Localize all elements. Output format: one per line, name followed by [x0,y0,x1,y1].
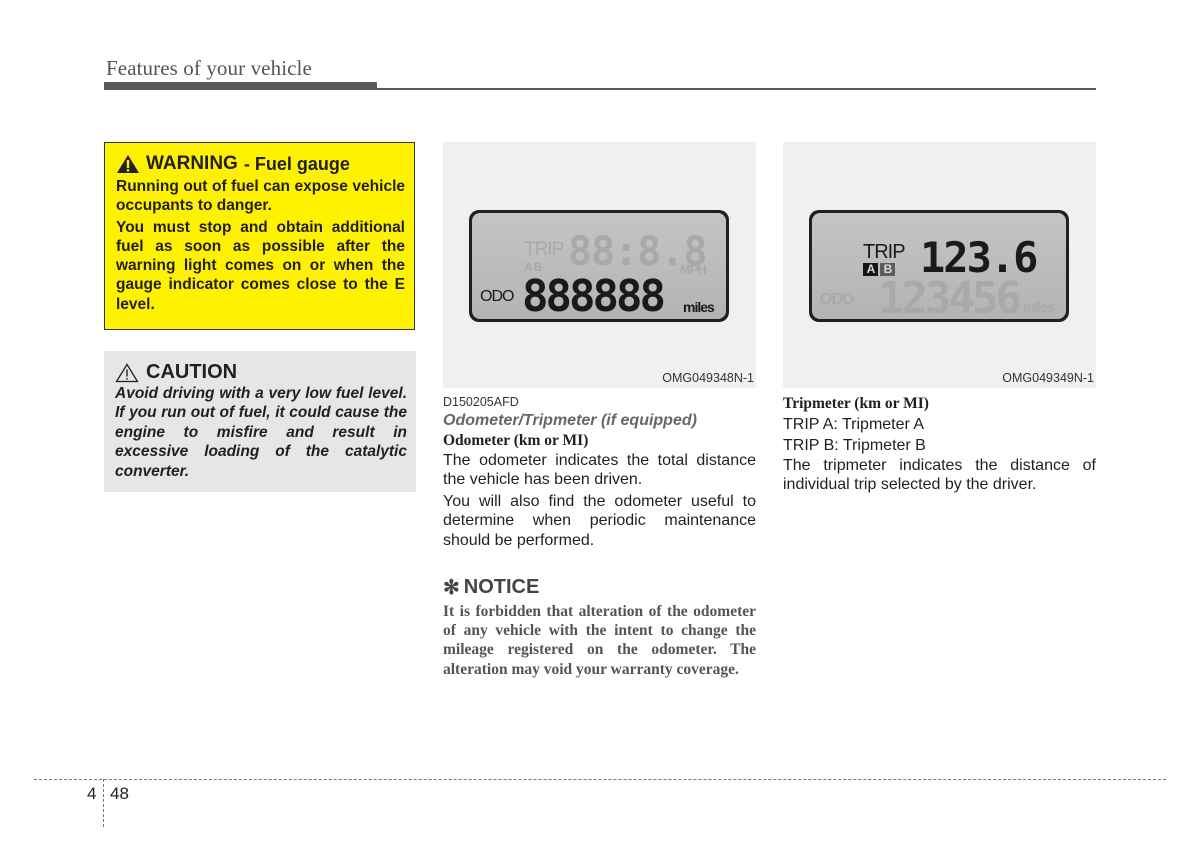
warning-box: WARNING - Fuel gauge Running out of fuel… [104,142,415,330]
figure-code: OMG049348N-1 [662,371,754,385]
lcd-odo-unit: miles [1023,299,1055,315]
lcd-speed-unit: MPH [680,262,707,277]
notice-box: ✻ NOTICE It is forbidden that alteration… [443,575,756,679]
trip-a-indicator: A [863,263,878,276]
odometer-paragraph: The odometer indicates the total distanc… [443,452,756,489]
tripmeter-line: TRIP A: Tripmeter A [783,416,925,433]
lcd-trip-label: TRIP [524,239,564,260]
header-rule-thin [377,88,1096,90]
tripmeter-line: TRIP B: Tripmeter B [783,437,926,454]
odometer-heading: Odometer (km or MI) [443,432,589,449]
tripmeter-display-figure: TRIP A B 123.6 ODO 123456 miles OMG04934… [783,142,1096,388]
header-rule-thick [104,82,377,90]
warning-label: WARNING [146,153,238,174]
odometer-display-figure: TRIP AB 88:8.8 MPH ODO 888888 miles OMG0… [443,142,756,388]
lcd-odo-label: ODO [820,291,854,308]
page-number: 48 [110,784,129,803]
lcd-odo-unit: miles [683,299,715,315]
warning-triangle-outline-icon [115,362,139,383]
caution-text: Avoid driving with a very low fuel level… [115,385,407,480]
notice-label: NOTICE [463,576,540,598]
odometer-paragraph: You will also find the odometer useful t… [443,492,756,549]
footer-divider [34,779,1166,780]
lcd-display: TRIP AB 88:8.8 MPH ODO 888888 miles [469,210,729,322]
tripmeter-paragraph: The tripmeter indicates the distance of … [783,457,1096,494]
warning-subtitle: - Fuel gauge [243,153,350,174]
tripmeter-section: Tripmeter (km or MI) TRIP A: Tripmeter A… [783,395,1096,495]
warning-paragraph: Running out of fuel can expose vehicle o… [116,178,405,215]
figure-code: OMG049349N-1 [1002,371,1094,385]
warning-paragraph: You must stop and obtain additional fuel… [116,218,405,313]
notice-title: ✻ NOTICE [443,575,756,600]
caution-title: CAUTION [115,361,407,384]
section-code: D150205AFD [443,395,519,409]
warning-triangle-filled-icon [116,154,140,174]
odometer-section: D150205AFD Odometer/Tripmeter (if equipp… [443,395,756,550]
lcd-odo-digits: 888888 [522,271,666,319]
asterisk-icon: ✻ [443,577,460,599]
chapter-number: 4 [87,784,97,803]
warning-title: WARNING - Fuel gauge [116,153,405,175]
caution-box: CAUTION Avoid driving with a very low fu… [104,351,416,492]
section-title: Odometer/Tripmeter (if equipped) [443,412,697,429]
lcd-trip-label: TRIP [863,241,906,263]
notice-text: It is forbidden that alteration of the o… [443,603,756,678]
lcd-odo-label: ODO [480,288,514,305]
tripmeter-heading: Tripmeter (km or MI) [783,395,929,412]
footer-vertical-divider [103,779,104,827]
caution-label: CAUTION [146,361,238,383]
lcd-display: TRIP A B 123.6 ODO 123456 miles [809,210,1069,322]
lcd-odo-digits: 123456 [878,273,1022,319]
page-header-title: Features of your vehicle [106,56,312,80]
